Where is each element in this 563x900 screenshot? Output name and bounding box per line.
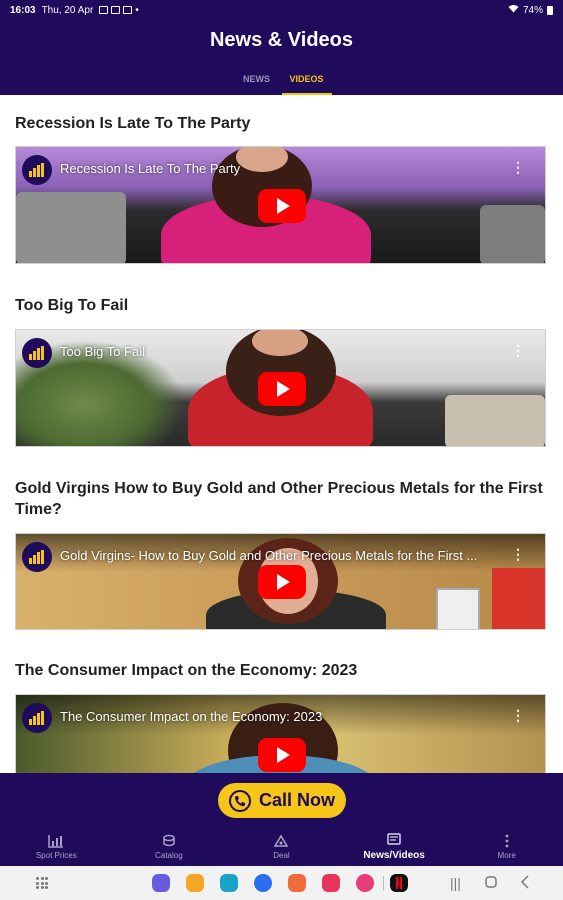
video-title[interactable]: Gold Virgins How to Buy Gold and Other P… bbox=[15, 478, 546, 520]
thumbnail-pillow bbox=[445, 395, 545, 446]
video-item: Too Big To Fail Too Big To Fail ⋮ bbox=[15, 295, 546, 447]
app-icon[interactable] bbox=[254, 874, 272, 892]
play-button-icon[interactable] bbox=[258, 189, 306, 223]
more-vertical-icon[interactable]: ⋮ bbox=[511, 707, 525, 723]
video-title[interactable]: Recession Is Late To The Party bbox=[15, 113, 546, 134]
more-vertical-icon[interactable]: ⋮ bbox=[511, 342, 525, 358]
nav-label: Spot Prices bbox=[35, 851, 77, 860]
status-right: 74% bbox=[508, 4, 553, 16]
thumbnail-frame bbox=[436, 588, 480, 629]
call-now-label: Call Now bbox=[258, 790, 335, 810]
video-player[interactable]: Gold Virgins- How to Buy Gold and Other … bbox=[15, 533, 546, 630]
call-bar: Call Now bbox=[0, 773, 563, 828]
deal-icon bbox=[273, 834, 289, 848]
system-nav-bar: ||| bbox=[0, 866, 563, 900]
nav-catalog[interactable]: Catalog bbox=[113, 828, 226, 866]
channel-logo bbox=[22, 703, 52, 733]
video-list[interactable]: Recession Is Late To The Party Recession… bbox=[0, 95, 563, 773]
video-item: Gold Virgins How to Buy Gold and Other P… bbox=[15, 478, 546, 630]
status-bar: 16:03 Thu, 20 Apr • 74% bbox=[0, 0, 563, 20]
play-button-icon[interactable] bbox=[258, 565, 306, 599]
dock-apps bbox=[152, 874, 408, 892]
app-drawer-icon[interactable] bbox=[36, 877, 48, 889]
status-time: 16:03 bbox=[10, 4, 36, 16]
nav-label: Deal bbox=[273, 851, 290, 860]
app-icon[interactable] bbox=[288, 874, 306, 892]
coins-icon bbox=[161, 834, 177, 848]
tab-bar: NEWS VIDEOS bbox=[0, 72, 563, 95]
call-now-button[interactable]: Call Now bbox=[218, 783, 346, 818]
video-item: The Consumer Impact on the Economy: 2023… bbox=[15, 660, 546, 773]
player-title[interactable]: Recession Is Late To The Party bbox=[60, 161, 505, 176]
page-title: News & Videos bbox=[209, 29, 354, 51]
nav-deal[interactable]: Deal bbox=[225, 828, 338, 866]
tab-news[interactable]: NEWS bbox=[232, 72, 282, 95]
nav-label: More bbox=[497, 851, 516, 860]
channel-logo bbox=[22, 155, 52, 185]
thumbnail-book bbox=[492, 568, 545, 629]
video-player[interactable]: The Consumer Impact on the Economy: 2023… bbox=[15, 694, 546, 773]
nav-label: Catalog bbox=[155, 851, 183, 860]
player-title[interactable]: Too Big To Fail bbox=[60, 344, 505, 359]
phone-icon bbox=[228, 789, 251, 812]
home-icon[interactable] bbox=[484, 875, 498, 892]
video-item: Recession Is Late To The Party Recession… bbox=[15, 113, 546, 264]
bottom-nav: Spot Prices Catalog Deal News/Videos Mor… bbox=[0, 828, 563, 866]
channel-logo bbox=[22, 542, 52, 572]
more-vertical-icon[interactable]: ⋮ bbox=[511, 159, 525, 175]
message-icon bbox=[123, 6, 133, 14]
status-icons: • bbox=[99, 5, 139, 16]
video-player[interactable]: Recession Is Late To The Party ⋮ bbox=[15, 146, 546, 264]
tab-videos[interactable]: VIDEOS bbox=[281, 72, 332, 95]
thumbnail-pillow bbox=[16, 192, 126, 263]
more-vertical-icon[interactable]: ⋮ bbox=[511, 546, 525, 562]
battery-text: 74% bbox=[522, 4, 543, 16]
news-icon bbox=[386, 833, 402, 847]
dock-divider bbox=[383, 876, 384, 890]
player-title[interactable]: Gold Virgins- How to Buy Gold and Other … bbox=[60, 548, 505, 563]
channel-logo bbox=[22, 338, 52, 368]
notification-dot-icon: • bbox=[135, 4, 139, 16]
chart-icon bbox=[48, 834, 64, 848]
nav-label: News/Videos bbox=[363, 850, 425, 861]
back-icon[interactable] bbox=[520, 875, 530, 892]
battery-icon bbox=[547, 5, 553, 15]
video-title[interactable]: The Consumer Impact on the Economy: 2023 bbox=[15, 660, 546, 681]
nav-spot-prices[interactable]: Spot Prices bbox=[0, 828, 113, 866]
app-header: News & Videos NEWS VIDEOS bbox=[0, 20, 563, 95]
video-player[interactable]: Too Big To Fail ⋮ bbox=[15, 329, 546, 447]
gallery-icon bbox=[99, 6, 109, 14]
nav-news-videos[interactable]: News/Videos bbox=[338, 828, 451, 866]
status-date: Thu, 20 Apr bbox=[41, 4, 94, 16]
play-button-icon[interactable] bbox=[258, 738, 306, 772]
player-title[interactable]: The Consumer Impact on the Economy: 2023 bbox=[60, 709, 505, 724]
app-icon[interactable] bbox=[322, 874, 340, 892]
app-icon[interactable] bbox=[186, 874, 204, 892]
netflix-icon[interactable] bbox=[390, 874, 408, 892]
app-icon[interactable] bbox=[356, 874, 374, 892]
wifi-call-icon bbox=[111, 6, 121, 14]
nav-more[interactable]: More bbox=[450, 828, 563, 866]
more-icon bbox=[499, 834, 515, 848]
app-icon[interactable] bbox=[220, 874, 238, 892]
video-title[interactable]: Too Big To Fail bbox=[15, 295, 546, 316]
play-button-icon[interactable] bbox=[258, 372, 306, 406]
thumbnail-pillow bbox=[480, 205, 545, 263]
app-icon[interactable] bbox=[152, 874, 170, 892]
wifi-icon bbox=[508, 4, 519, 16]
recents-icon[interactable]: ||| bbox=[450, 875, 461, 891]
